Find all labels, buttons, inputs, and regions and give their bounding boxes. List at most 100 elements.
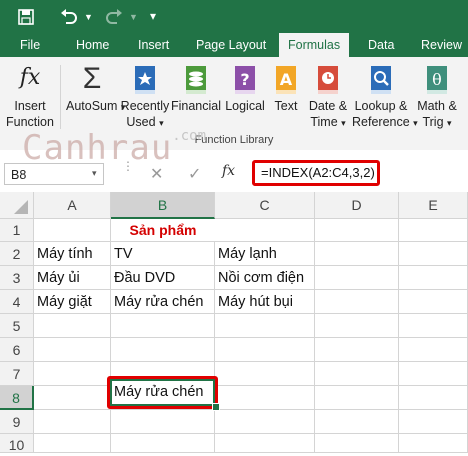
cell-a5[interactable] <box>34 314 111 338</box>
redo-icon[interactable] <box>105 9 123 29</box>
row-header-8[interactable]: 8 <box>0 386 34 410</box>
cell-a4[interactable]: Máy giặt <box>34 290 111 314</box>
cell-d6[interactable] <box>315 338 399 362</box>
cell-c2[interactable]: Máy lạnh <box>215 242 315 266</box>
cell-e10[interactable] <box>399 434 468 453</box>
customize-icon[interactable]: ▾ <box>150 8 156 24</box>
insert-function-button[interactable]: fx Insert Function <box>4 63 56 130</box>
cell-e9[interactable] <box>399 410 468 434</box>
row-header-3[interactable]: 3 <box>0 266 34 290</box>
undo-icon[interactable] <box>60 9 78 29</box>
cell-d3[interactable] <box>315 266 399 290</box>
sigma-icon: Σ <box>82 62 102 95</box>
cell-a6[interactable] <box>34 338 111 362</box>
column-header-b[interactable]: B <box>111 192 215 219</box>
financial-button[interactable]: Financial <box>170 63 222 114</box>
autosum-label: AutoSum <box>66 99 118 113</box>
cell-c10[interactable] <box>215 434 315 453</box>
cell-e6[interactable] <box>399 338 468 362</box>
tab-review[interactable]: Review <box>421 33 462 57</box>
cell-d8[interactable] <box>315 386 399 410</box>
cell-b6[interactable] <box>111 338 215 362</box>
formula-input[interactable]: =INDEX(A2:C4,3,2) <box>252 160 380 186</box>
calendar-clock-icon <box>316 65 340 95</box>
cell-b3[interactable]: Đầu DVD <box>111 266 215 290</box>
cell-e5[interactable] <box>399 314 468 338</box>
column-header-a[interactable]: A <box>34 192 111 219</box>
cell-a3[interactable]: Máy ủi <box>34 266 111 290</box>
redo-dropdown-icon[interactable]: ▼ <box>129 9 138 25</box>
select-all-corner[interactable] <box>0 192 34 219</box>
recently-used-label-2: Used <box>126 115 156 129</box>
row-header-10[interactable]: 10 <box>0 434 34 453</box>
tab-home[interactable]: Home <box>76 33 109 57</box>
tab-insert[interactable]: Insert <box>138 33 169 57</box>
cell-a10[interactable] <box>34 434 111 453</box>
save-icon[interactable] <box>18 9 34 29</box>
tab-file[interactable]: File <box>20 33 40 57</box>
cell-c7[interactable] <box>215 362 315 386</box>
cell-a9[interactable] <box>34 410 111 434</box>
cell-e8[interactable] <box>399 386 468 410</box>
cell-d1[interactable] <box>315 219 399 242</box>
row-header-5[interactable]: 5 <box>0 314 34 338</box>
row-header-6[interactable]: 6 <box>0 338 34 362</box>
name-box-dropdown-icon[interactable]: ▾ <box>92 168 97 179</box>
cell-d7[interactable] <box>315 362 399 386</box>
insert-function-icon[interactable]: fx <box>222 163 235 179</box>
cell-c5[interactable] <box>215 314 315 338</box>
text-a-icon: A <box>274 65 298 95</box>
cell-e2[interactable] <box>399 242 468 266</box>
active-cell-value[interactable]: Máy rửa chén <box>114 379 204 406</box>
text-button[interactable]: A Text <box>270 63 302 114</box>
cell-e4[interactable] <box>399 290 468 314</box>
column-header-c[interactable]: C <box>215 192 315 219</box>
column-header-d[interactable]: D <box>315 192 399 219</box>
date-time-button[interactable]: Date & Time ▾ <box>304 63 352 131</box>
cell-b2[interactable]: TV <box>111 242 215 266</box>
row-header-1[interactable]: 1 <box>0 219 34 242</box>
math-trig-label-2: Trig <box>422 115 444 129</box>
cell-b5[interactable] <box>111 314 215 338</box>
tab-formulas[interactable]: Formulas <box>279 33 350 57</box>
cell-e7[interactable] <box>399 362 468 386</box>
cell-e1[interactable] <box>399 219 468 242</box>
row-header-9[interactable]: 9 <box>0 410 34 434</box>
cell-c4[interactable]: Máy hút bụi <box>215 290 315 314</box>
cell-b1-title: Sản phẩm <box>129 222 197 238</box>
autosum-button[interactable]: Σ AutoSum ▾ <box>66 62 125 115</box>
tab-page-layout[interactable]: Page Layout <box>196 33 266 57</box>
cell-d10[interactable] <box>315 434 399 453</box>
cell-c3[interactable]: Nồi cơm điện <box>215 266 315 290</box>
cell-c8[interactable] <box>215 386 315 410</box>
row-header-7[interactable]: 7 <box>0 362 34 386</box>
row-header-2[interactable]: 2 <box>0 242 34 266</box>
lookup-reference-button[interactable]: Lookup & Reference ▾ <box>352 63 418 131</box>
date-time-label-1: Date & <box>308 99 348 113</box>
cell-d5[interactable] <box>315 314 399 338</box>
ribbon-tabs: File Home Insert Page Layout Formulas Da… <box>0 33 468 57</box>
cell-b10[interactable] <box>111 434 215 453</box>
fill-handle[interactable] <box>212 403 220 411</box>
cell-e3[interactable] <box>399 266 468 290</box>
cell-a8[interactable] <box>34 386 111 410</box>
cell-d4[interactable] <box>315 290 399 314</box>
recently-used-button[interactable]: Recently Used ▾ <box>120 63 170 131</box>
logical-button[interactable]: ? Logical <box>222 63 268 114</box>
undo-dropdown-icon[interactable]: ▼ <box>84 9 93 25</box>
math-trig-button[interactable]: θ Math & Trig ▾ <box>412 63 462 131</box>
cell-b4[interactable]: Máy rửa chén <box>111 290 215 314</box>
cell-a1[interactable] <box>34 219 111 242</box>
row-header-4[interactable]: 4 <box>0 290 34 314</box>
cell-c1[interactable] <box>215 219 315 242</box>
cell-b9[interactable] <box>111 410 215 434</box>
cell-c6[interactable] <box>215 338 315 362</box>
cell-d2[interactable] <box>315 242 399 266</box>
cell-d9[interactable] <box>315 410 399 434</box>
lookup-label-1: Lookup & <box>354 99 408 113</box>
cell-a7[interactable] <box>34 362 111 386</box>
cell-a2[interactable]: Máy tính <box>34 242 111 266</box>
cell-c9[interactable] <box>215 410 315 434</box>
tab-data[interactable]: Data <box>368 33 394 57</box>
column-header-e[interactable]: E <box>399 192 468 219</box>
